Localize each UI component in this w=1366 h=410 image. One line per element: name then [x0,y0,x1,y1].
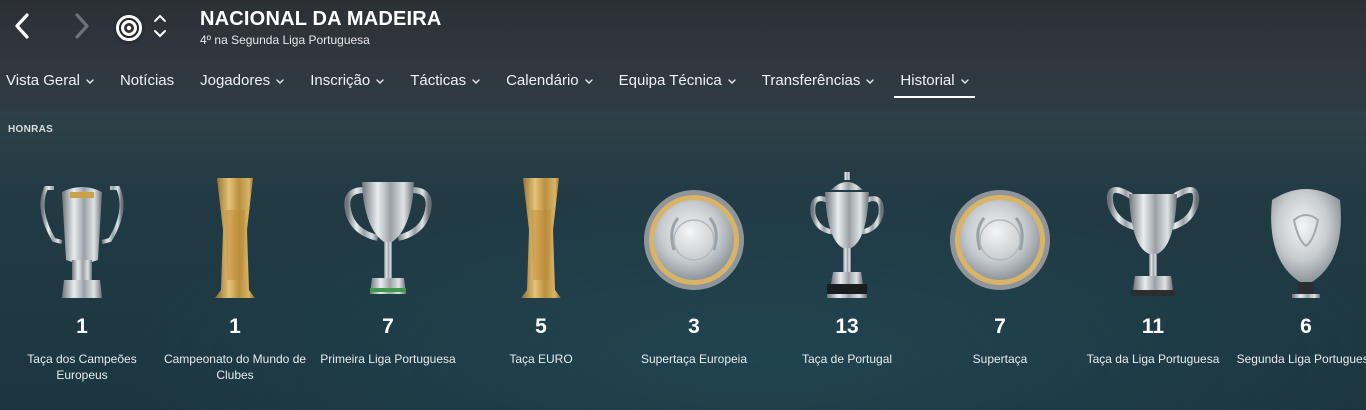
honour-count: 7 [382,315,394,338]
chevron-down-icon[interactable] [728,78,736,86]
club-header: NACIONAL DA MADEIRA 4º na Segunda Liga P… [0,0,1366,112]
forward-arrow-icon[interactable] [70,12,94,40]
tab-label: Calendário [506,72,579,89]
club-crest-icon[interactable] [113,12,145,44]
tab-label: Transferências [761,72,861,89]
honour-name: Supertaça [972,352,1028,366]
chevron-down-icon[interactable] [866,78,875,86]
club-name: NACIONAL DA MADEIRA [200,8,442,30]
honour-count: 7 [994,315,1006,338]
chevron-down-icon[interactable] [584,78,593,86]
section-heading-honours: HONRAS [8,124,54,135]
tab-label: Equipa Técnica [618,72,722,89]
tab-historial[interactable]: Historial [894,66,975,98]
chevron-down-icon[interactable] [276,78,284,86]
honour-name: Primeira Liga Portuguesa [320,352,456,366]
honour-count: 1 [229,315,241,338]
honour-count: 13 [835,315,859,338]
tab-calend-rio[interactable]: Calendário [500,66,599,98]
honour-count: 3 [688,315,700,338]
honour-count: 6 [1300,315,1312,338]
honour-name: Campeonato do Mundo de Clubes [163,352,307,382]
chevron-down-icon[interactable] [960,78,969,86]
honour-count: 1 [76,315,88,338]
tab-t-cticas[interactable]: Tácticas [404,66,486,98]
gold-cup-trophy-icon [215,178,255,298]
honour-count: 11 [1141,315,1165,338]
tab-not-cias[interactable]: Notícias [114,66,180,98]
honour-name: Taça de Portugal [801,352,893,366]
silver-handled-cup-icon [344,182,432,294]
tab-label: Vista Geral [6,72,80,89]
tab-label: Jogadores [200,72,271,89]
tab-label: Inscrição [310,72,371,89]
honour-name: Segunda Liga Portuguesa [1236,352,1366,366]
honours-list: 1 Taça dos Campeões Europeus 1 Campeonato … [0,160,1366,410]
tab-jogadores[interactable]: Jogadores [194,66,290,98]
big-ears-trophy-icon [40,186,124,298]
plate-trophy-icon [644,190,744,290]
honour-name: Taça dos Campeões Europeus [27,352,137,382]
tab-transfer-ncias[interactable]: Transferências [756,66,881,98]
shield-trophy-icon [1271,189,1341,298]
club-switch-chevrons-icon[interactable] [152,11,168,41]
tab-label: Tácticas [410,72,467,89]
lidded-cup-trophy-icon [810,172,884,298]
tab-label: Notícias [119,72,175,89]
handled-cup-trophy-icon [1107,186,1199,296]
tab-label: Historial [900,72,955,89]
tab-vista-geral[interactable]: Vista Geral [0,66,100,98]
honour-name: Taça da Liga Portuguesa [1086,352,1220,366]
chevron-down-icon[interactable] [86,78,94,86]
section-tabs: Vista Geral Notícias Jogadores Inscrição Tác… [0,66,989,98]
chevron-down-icon[interactable] [472,78,480,86]
gold-cup-trophy-icon [521,178,561,298]
honour-count: 5 [535,315,547,338]
tab-equipa-t-cnica[interactable]: Equipa Técnica [613,66,742,98]
plate-trophy-icon [950,190,1050,290]
back-arrow-icon[interactable] [10,12,34,40]
honour-name: Supertaça Europeia [640,352,748,366]
honour-name: Taça EURO [509,352,573,366]
club-league-position: 4º na Segunda Liga Portuguesa [200,33,370,47]
tab-inscri-o[interactable]: Inscrição [304,66,390,98]
chevron-down-icon[interactable] [376,78,384,86]
